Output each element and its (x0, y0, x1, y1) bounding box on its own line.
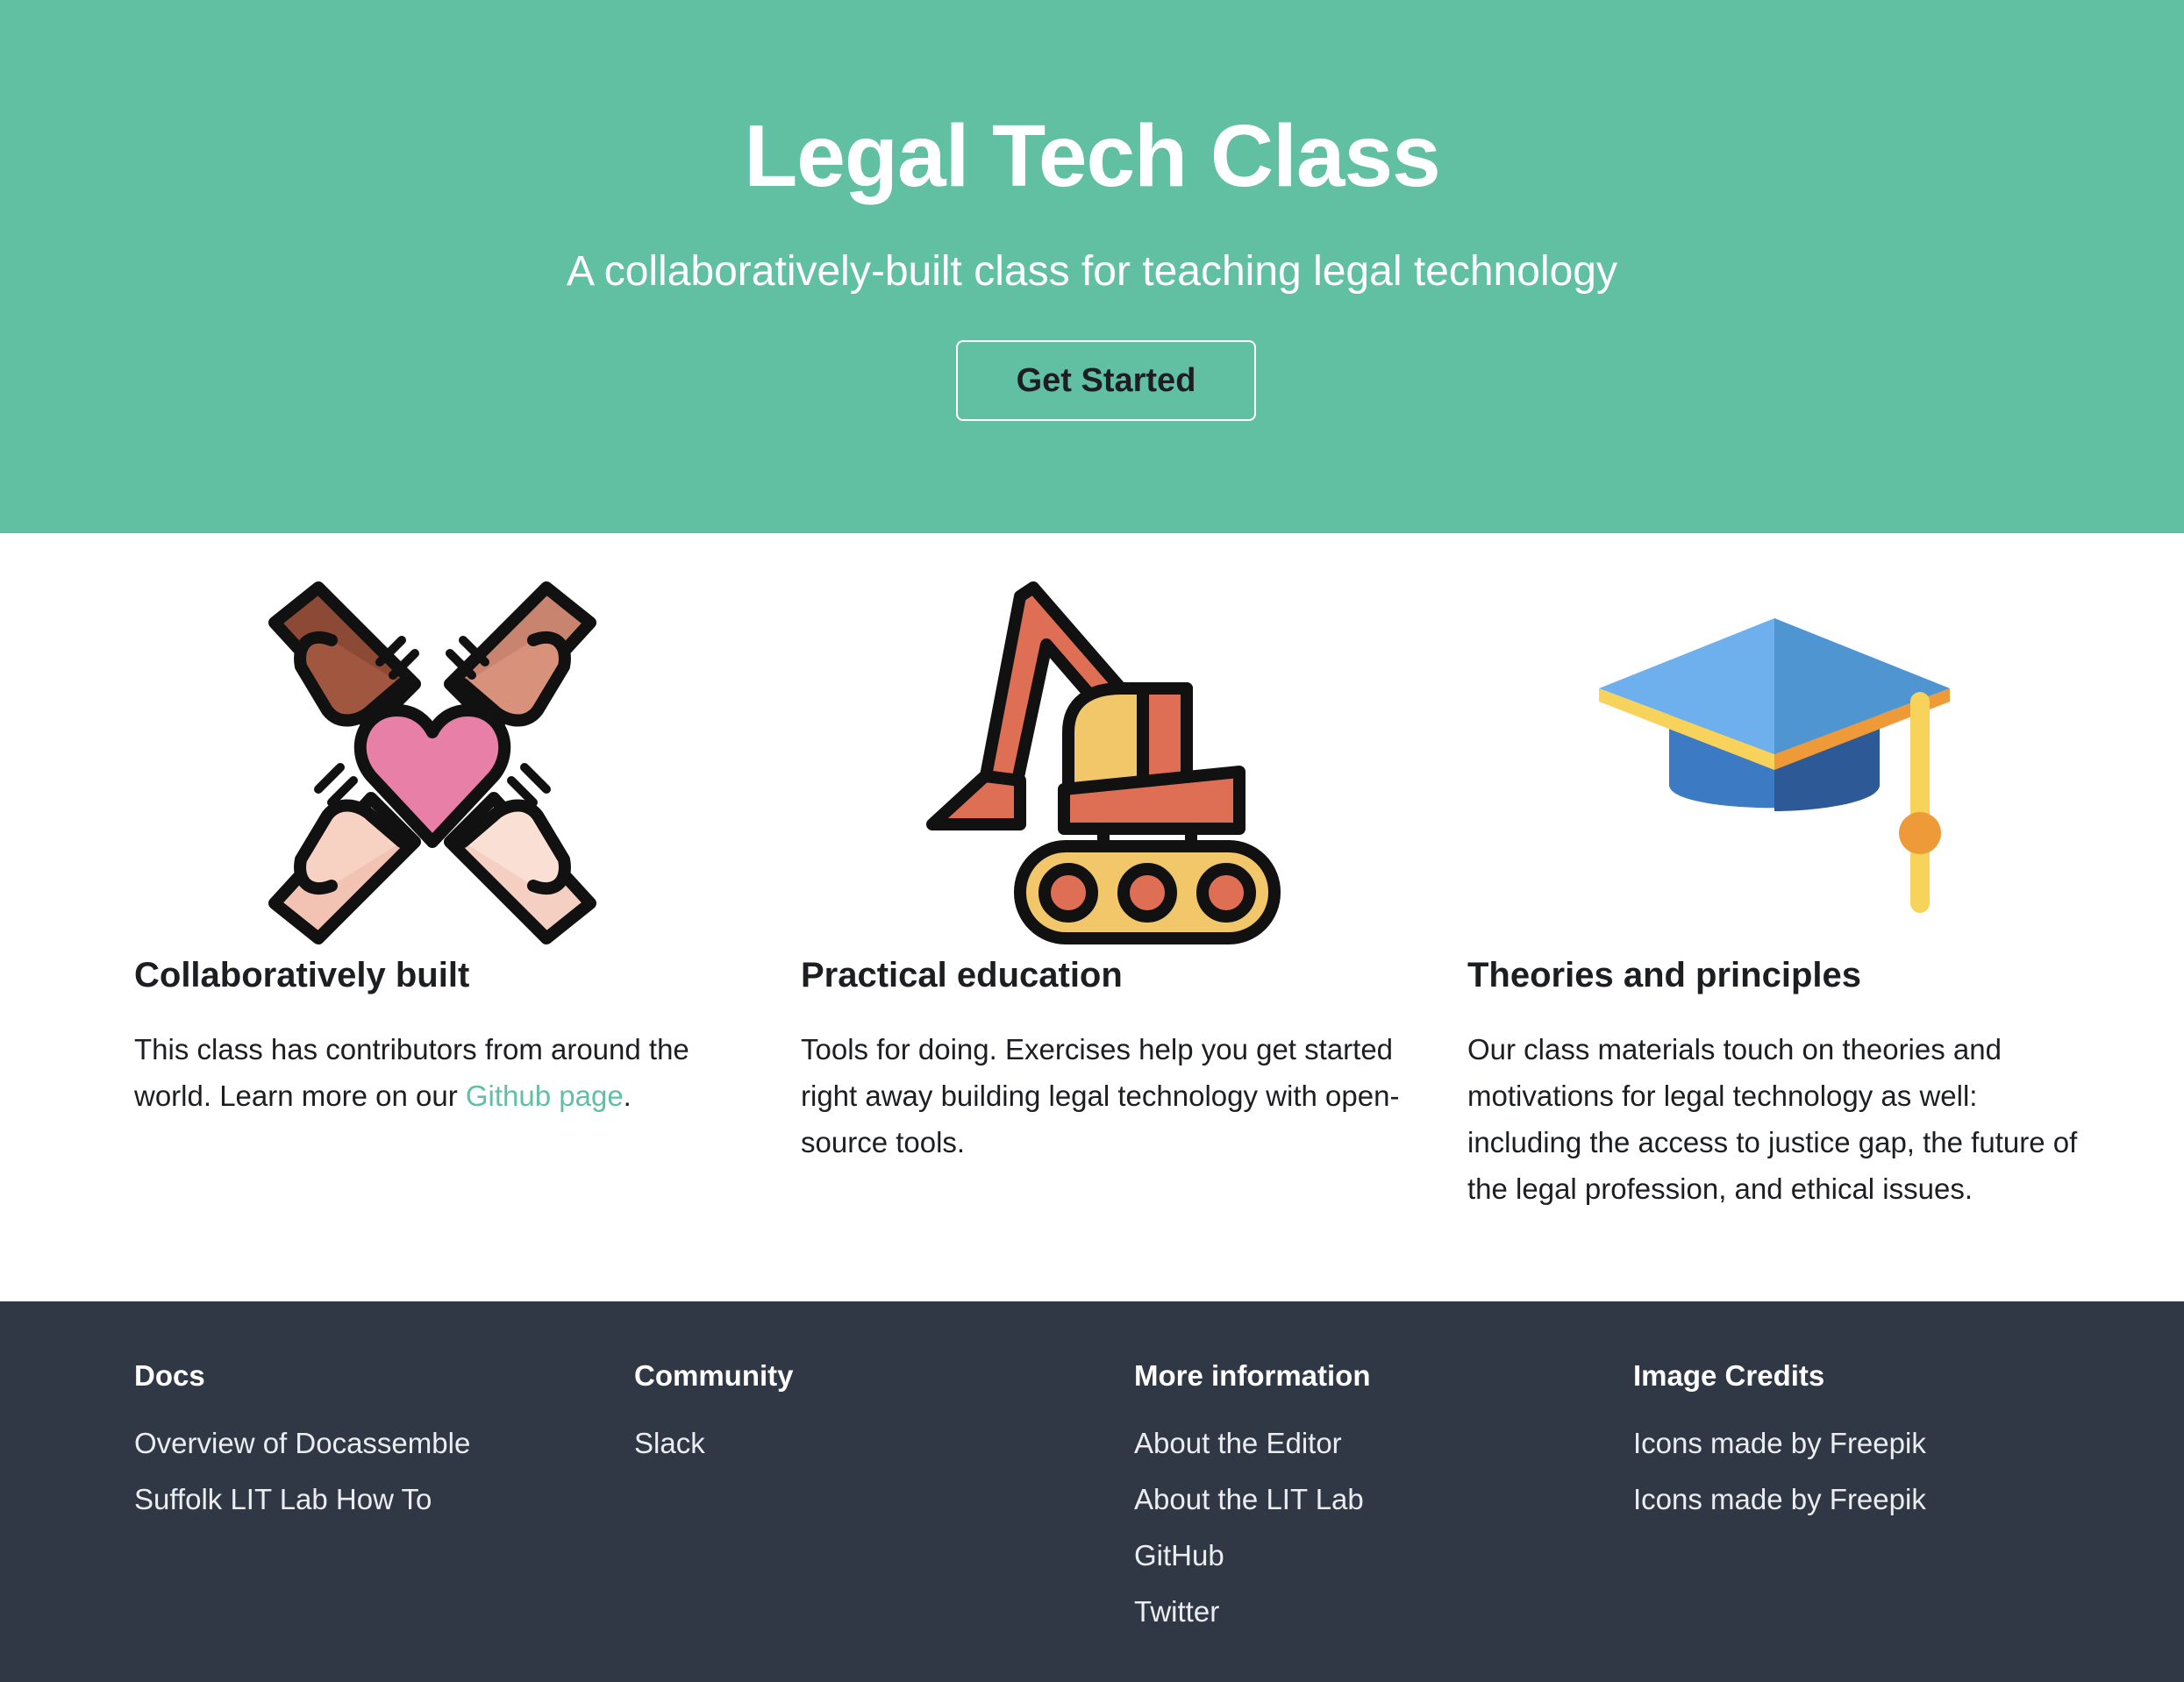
feature-title: Theories and principles (1467, 956, 1862, 994)
hero-subtitle: A collaboratively-built class for teachi… (566, 248, 1617, 295)
footer-heading: More information (1134, 1359, 1371, 1392)
footer-heading: Image Credits (1633, 1359, 1825, 1392)
footer-link-about-lit-lab[interactable]: About the LIT Lab (1134, 1483, 1364, 1515)
excavator-icon (926, 581, 1281, 944)
footer-link-list: About the Editor About the LIT Lab GitHu… (1134, 1415, 1625, 1640)
footer-heading: Community (634, 1359, 794, 1392)
feature-description: Tools for doing. Exercises help you get … (801, 1033, 1400, 1158)
get-started-button[interactable]: Get Started (956, 340, 1256, 421)
footer-link-about-editor[interactable]: About the Editor (1134, 1427, 1342, 1459)
site-footer: Docs Overview of Docassemble Suffolk LIT… (0, 1301, 2184, 1682)
footer-column-docs: Docs Overview of Docassemble Suffolk LIT… (134, 1354, 625, 1528)
graduation-cap-icon (1599, 618, 1950, 913)
footer-heading: Docs (134, 1359, 205, 1392)
hero-title: Legal Tech Class (744, 107, 1441, 205)
footer-column-community: Community Slack (634, 1354, 1125, 1472)
footer-link-freepik-credit[interactable]: Icons made by Freepik (1633, 1427, 1926, 1459)
github-page-link[interactable]: Github page (466, 1080, 624, 1112)
footer-link-github[interactable]: GitHub (1134, 1539, 1224, 1572)
footer-link-twitter[interactable]: Twitter (1134, 1595, 1219, 1628)
footer-link-list: Slack (634, 1415, 1125, 1472)
footer-column-image-credits: Image Credits Icons made by Freepik Icon… (1633, 1354, 2124, 1528)
footer-link-slack[interactable]: Slack (634, 1427, 705, 1459)
hands-heart-icon (268, 581, 596, 944)
footer-link-freepik-credit[interactable]: Icons made by Freepik (1633, 1483, 1926, 1515)
hero-banner: Legal Tech Class A collaboratively-built… (0, 0, 2184, 533)
feature-description: Our class materials touch on theories an… (1467, 1033, 2078, 1205)
footer-link-list: Overview of Docassemble Suffolk LIT Lab … (134, 1415, 625, 1528)
footer-column-more-information: More information About the Editor About … (1134, 1354, 1625, 1640)
footer-link-list: Icons made by Freepik Icons made by Free… (1633, 1415, 2124, 1528)
feature-title: Practical education (801, 956, 1123, 994)
footer-link-overview-docassemble[interactable]: Overview of Docassemble (134, 1427, 470, 1459)
footer-link-suffolk-how-to[interactable]: Suffolk LIT Lab How To (134, 1483, 432, 1515)
feature-title: Collaboratively built (134, 956, 470, 994)
feature-description: This class has contributors from around … (134, 1033, 689, 1112)
